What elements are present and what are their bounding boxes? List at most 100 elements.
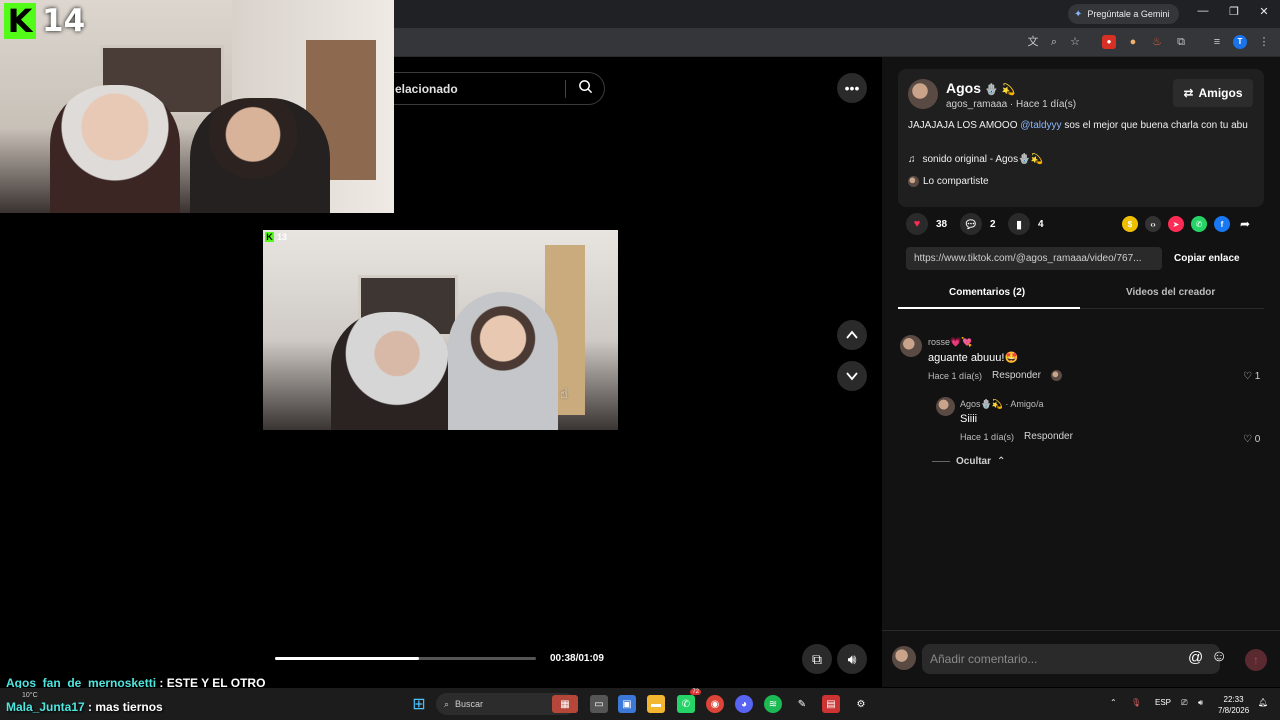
previous-video-button[interactable] <box>837 320 867 350</box>
comment-input[interactable]: Añadir comentario... <box>922 644 1220 674</box>
comment-text: Siiii <box>960 413 978 425</box>
notification-icon[interactable]: 🔔︎ <box>1258 698 1268 707</box>
search-icon: ⌕ <box>444 698 450 709</box>
video-link[interactable]: https://www.tiktok.com/@agos_ramaaa/vide… <box>906 247 1162 270</box>
video-viewer-count: 13 <box>277 232 288 242</box>
whatsapp-icon[interactable]: ✆ <box>1191 216 1207 232</box>
taskbar-clock[interactable]: 22:33 7/8/2026 <box>1218 694 1249 716</box>
embed-icon[interactable]: ‹› <box>1145 216 1161 232</box>
comment-item: rosse💗💘 aguante abuuu!🤩 Hace 1 día(s) Re… <box>928 337 1062 381</box>
video-progress-bar[interactable] <box>275 657 536 660</box>
restore-icon[interactable]: ❐ <box>1224 5 1244 18</box>
facebook-icon[interactable]: f <box>1214 216 1230 232</box>
mention-link[interactable]: @taldyyy <box>1020 120 1061 131</box>
extension-icon[interactable]: ● <box>1126 35 1140 49</box>
search-input[interactable]: elacionado <box>394 82 565 96</box>
whatsapp-taskbar-icon[interactable]: ✆ 72 <box>677 689 701 713</box>
sound-link[interactable]: ♫ sonido original - Agos🪬💫 <box>908 154 1043 165</box>
friends-button[interactable]: ⇄ Amigos <box>1173 79 1253 107</box>
author-name[interactable]: Agos 🪬 💫 <box>946 80 1015 96</box>
save-button[interactable]: ▮ 4 <box>1008 213 1044 235</box>
comment-like-button[interactable]: ♡ 0 <box>1243 434 1260 445</box>
next-video-button[interactable] <box>837 361 867 391</box>
author-avatar[interactable] <box>908 79 938 109</box>
comments-tabs: Comentarios (2) Videos del creador <box>898 281 1264 309</box>
like-button[interactable]: ♥ 38 <box>906 213 947 235</box>
comment-like-button[interactable]: ♡ 1 <box>1243 371 1260 382</box>
chrome-icon[interactable]: ◉ <box>706 695 724 713</box>
commenter-avatar[interactable] <box>900 335 922 357</box>
comment-icon: 💬︎ <box>960 213 982 235</box>
app-icon[interactable]: ⚙ <box>852 695 870 713</box>
heart-icon: ♥ <box>906 213 928 235</box>
profile-avatar[interactable]: T <box>1233 35 1247 49</box>
creator-liked-avatar <box>1050 370 1062 381</box>
windows-start-icon[interactable]: ⊞ <box>410 695 428 713</box>
gemini-icon: ✦ <box>1074 8 1083 20</box>
search-bar[interactable]: elacionado <box>394 72 605 105</box>
speaker-icon[interactable]: 🔊︎ <box>1198 698 1203 708</box>
microphone-icon[interactable]: 🎙︎ <box>1131 698 1141 707</box>
more-icon: ••• <box>844 80 860 96</box>
discord-icon[interactable]: ◕ <box>735 695 753 713</box>
search-icon[interactable] <box>566 79 604 99</box>
floating-player-button[interactable]: ⧉ <box>802 644 832 674</box>
spotify-icon[interactable]: ≋ <box>764 695 782 713</box>
shared-avatar <box>908 176 919 187</box>
author-handle-time: agos_ramaaa · Hace 1 día(s) <box>946 99 1077 110</box>
store-icon[interactable]: ▣ <box>618 695 636 713</box>
extension-icon[interactable]: ● <box>1102 35 1116 49</box>
gemini-button[interactable]: ✦ Pregúntale a Gemini <box>1068 4 1180 24</box>
post-comment-button[interactable]: ↑ <box>1245 649 1267 671</box>
gemini-label: Pregúntale a Gemini <box>1087 9 1170 19</box>
hide-replies-button[interactable]: Ocultar ⌃ <box>932 456 1005 467</box>
chevron-down-icon <box>846 372 858 381</box>
extension-icon[interactable]: ♨ <box>1150 35 1164 49</box>
hand-cursor-icon: ☝ <box>560 386 568 401</box>
network-icon[interactable]: ⎚ <box>1181 698 1187 708</box>
extensions-puzzle-icon[interactable]: ⧉ <box>1174 35 1188 49</box>
reply-button[interactable]: Responder <box>992 370 1041 381</box>
coin-share-icon[interactable]: $ <box>1122 216 1138 232</box>
comment-time: Hace 1 día(s) <box>960 431 1015 442</box>
comment-button[interactable]: 💬︎ 2 <box>960 213 996 235</box>
tab-creator-videos[interactable]: Videos del creador <box>1126 287 1215 298</box>
more-options-button[interactable]: ••• <box>837 73 867 103</box>
media-control-icon[interactable]: ≡ <box>1210 35 1224 49</box>
comment-user[interactable]: Agos🪬💫 · Amigo/a <box>960 399 1073 410</box>
close-icon[interactable]: ✕ <box>1254 5 1274 18</box>
tab-comments[interactable]: Comentarios (2) <box>949 287 1025 298</box>
search-highlight-icon: ▦ <box>552 695 578 713</box>
comment-user[interactable]: rosse💗💘 <box>928 337 1062 348</box>
video-time: 00:38/01:09 <box>550 653 604 664</box>
commenter-avatar[interactable] <box>936 397 955 416</box>
minimize-icon[interactable]: — <box>1193 5 1213 17</box>
weather-widget[interactable]: 10°C <box>22 692 38 699</box>
task-view-icon[interactable]: ▭ <box>590 695 608 713</box>
share-arrow-icon[interactable]: ➦ <box>1237 216 1253 232</box>
file-explorer-icon[interactable]: ▬ <box>647 695 665 713</box>
translate-icon[interactable]: 文 <box>1026 35 1040 49</box>
windows-taskbar: 10°C ⊞ ⌕ Buscar ▦ ▭ ▣ ▬ ✆ 72 ◉ ◕ ≋ ✎ ▤ ⚙ … <box>0 688 1280 720</box>
language-indicator[interactable]: ESP <box>1155 698 1171 707</box>
comment-time: Hace 1 día(s) <box>928 370 983 381</box>
bookmark-star-icon[interactable]: ☆ <box>1068 35 1082 49</box>
floating-player-icon: ⧉ <box>812 650 822 667</box>
send-to-friends-icon[interactable]: ➤ <box>1168 216 1184 232</box>
zoom-icon[interactable]: ⌕ <box>1047 35 1061 49</box>
app-icon[interactable]: ▤ <box>822 695 840 713</box>
active-tab-indicator <box>898 307 1080 309</box>
volume-button[interactable]: 🔊︎ <box>837 644 867 674</box>
mention-icon[interactable]: @ <box>1188 649 1203 666</box>
reply-item: Agos🪬💫 · Amigo/a Siiii Hace 1 día(s) Res… <box>960 399 1073 442</box>
kebab-menu-icon[interactable]: ⋮ <box>1257 35 1271 49</box>
copy-link-button[interactable]: Copiar enlace <box>1174 247 1240 270</box>
post-panel: Agos 🪬 💫 agos_ramaaa · Hace 1 día(s) ⇄ A… <box>882 57 1280 687</box>
streamer-grandmother <box>50 85 180 213</box>
tray-overflow-icon[interactable]: ⌃ <box>1110 698 1117 707</box>
emoji-icon[interactable]: ☺ <box>1211 648 1227 666</box>
post-actions: ♥ 38 💬︎ 2 ▮ 4 $ ‹› ➤ ✆ f ➦ <box>906 213 1266 235</box>
app-icon[interactable]: ✎ <box>793 695 811 713</box>
reply-button[interactable]: Responder <box>1024 431 1073 442</box>
video-player[interactable]: K 13 ☝ <box>263 230 618 430</box>
